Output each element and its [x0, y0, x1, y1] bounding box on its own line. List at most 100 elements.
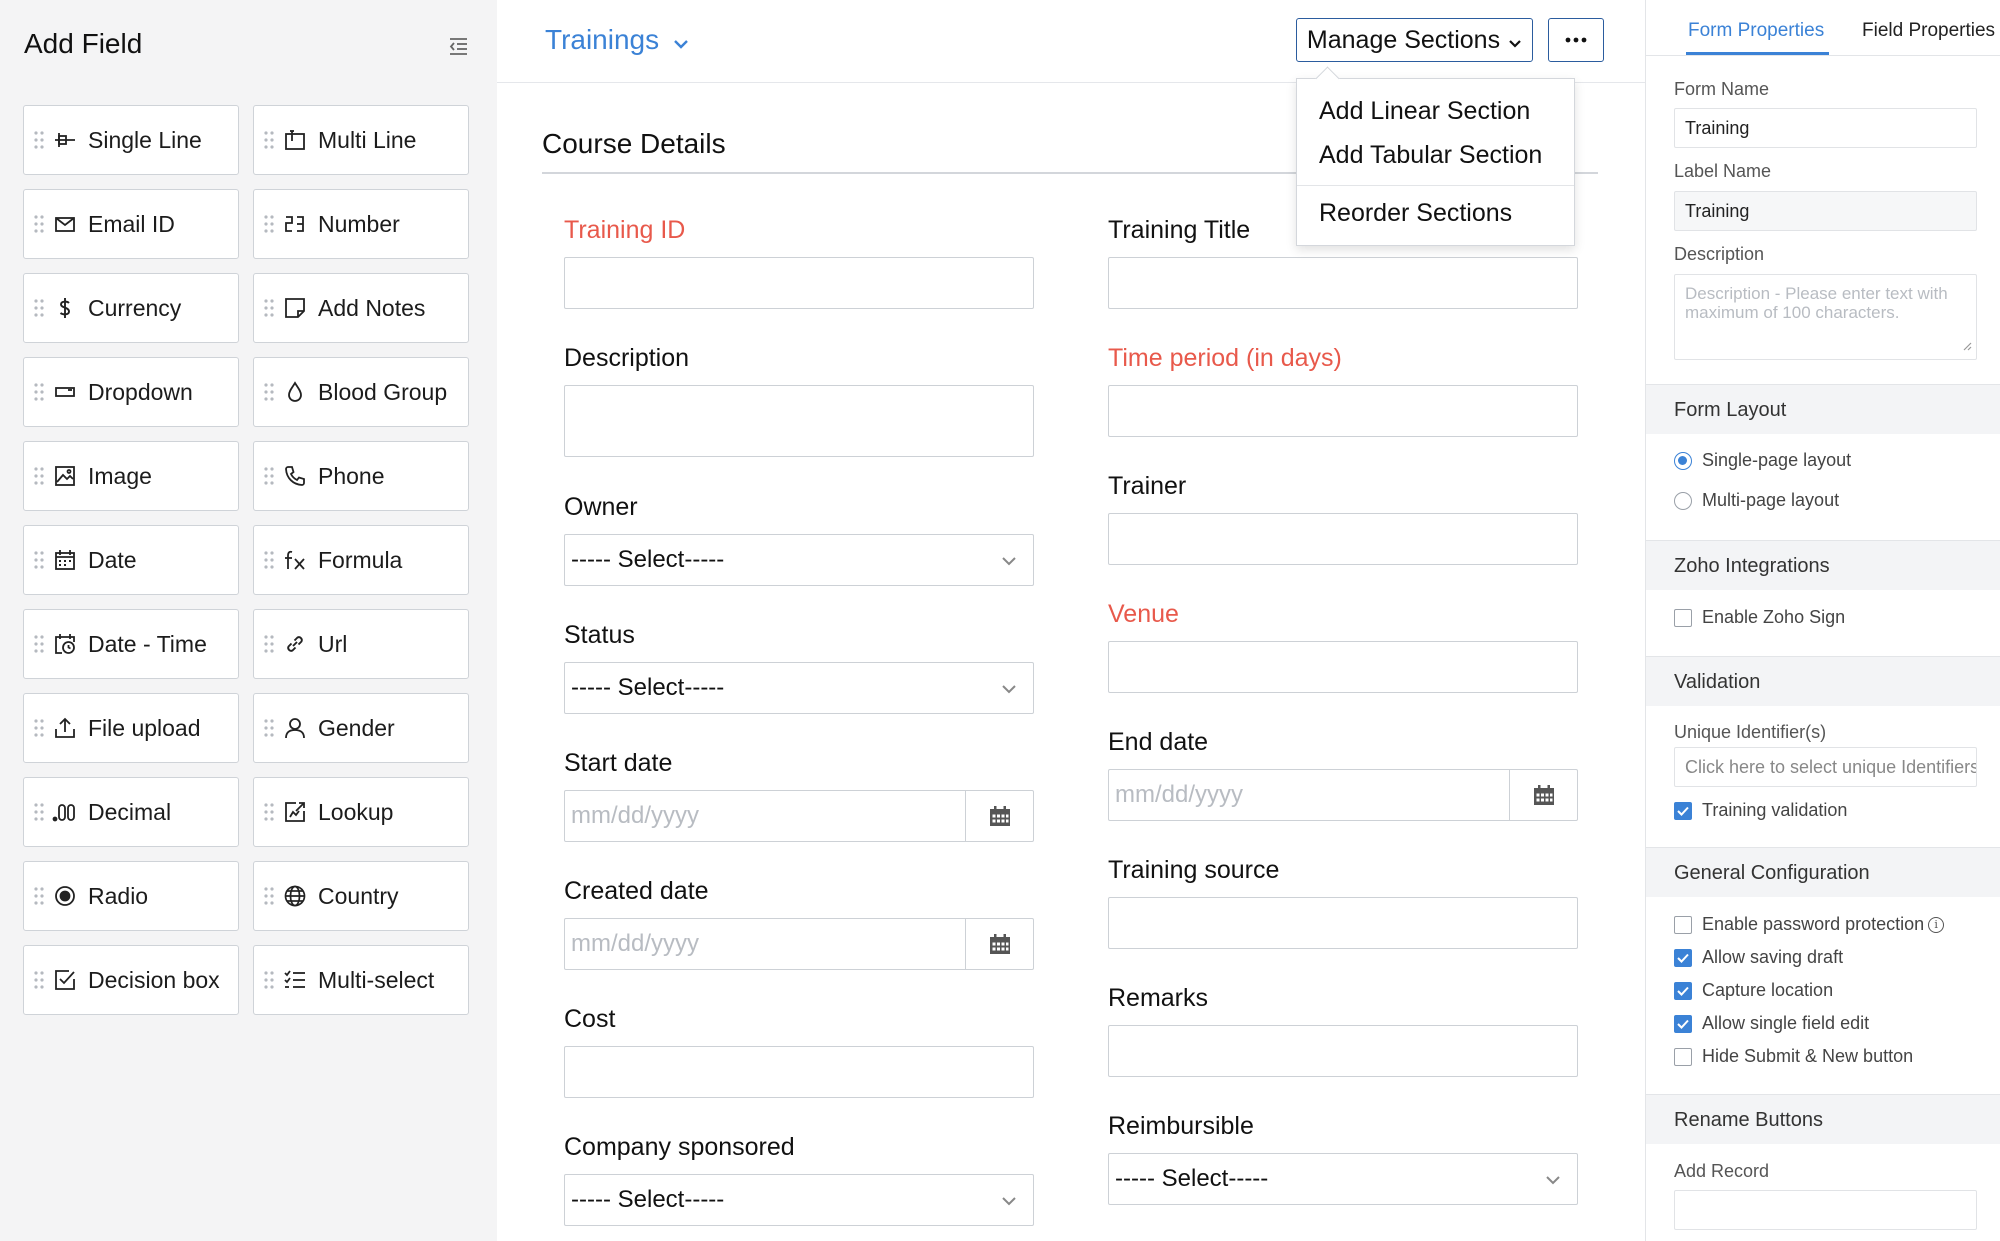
field-phone[interactable]: Phone	[253, 441, 469, 511]
add-record-input[interactable]	[1674, 1190, 1977, 1230]
checkbox-checked[interactable]	[1674, 1014, 1692, 1033]
checkbox-checked[interactable]	[1674, 801, 1692, 820]
drag-handle-icon	[34, 466, 44, 486]
field-multi-line[interactable]: Multi Line	[253, 105, 469, 175]
checkbox-unchecked[interactable]	[1674, 1047, 1692, 1066]
label-venue: Venue	[1108, 600, 1179, 628]
field-add-notes[interactable]: Add Notes	[253, 273, 469, 343]
trainer-input[interactable]	[1108, 513, 1578, 565]
general-configuration-section: General Configuration	[1646, 847, 2000, 897]
venue-input[interactable]	[1108, 641, 1578, 693]
label-name-label: Label Name	[1674, 161, 1772, 181]
checkbox-unchecked[interactable]	[1674, 608, 1692, 627]
enable-password-protection-option[interactable]: Enable password protection i	[1674, 914, 1945, 935]
rename-buttons-section: Rename Buttons	[1646, 1094, 2000, 1144]
calendar-icon[interactable]	[965, 919, 1033, 969]
field-number[interactable]: Number	[253, 189, 469, 259]
training-source-input[interactable]	[1108, 897, 1578, 949]
field-file-upload[interactable]: File upload	[23, 693, 239, 763]
field-decision-box[interactable]: Decision box	[23, 945, 239, 1015]
time-period-input[interactable]	[1108, 385, 1578, 437]
field-date-time[interactable]: Date - Time	[23, 609, 239, 679]
status-select[interactable]: ----- Select-----	[564, 662, 1034, 714]
chevron-down-icon	[1001, 553, 1017, 571]
allow-saving-draft-option[interactable]: Allow saving draft	[1674, 947, 1843, 968]
menu-add-tabular-section[interactable]: Add Tabular Section	[1319, 141, 1542, 170]
drag-handle-icon	[34, 382, 44, 402]
manage-sections-button[interactable]: Manage Sections	[1296, 18, 1533, 62]
label-reimbursible: Reimbursible	[1108, 1112, 1254, 1140]
form-title-switcher[interactable]: Trainings	[545, 24, 689, 56]
resize-handle-icon[interactable]	[1962, 336, 1972, 355]
checkbox-checked[interactable]	[1674, 948, 1692, 967]
tab-field-properties[interactable]: Field Properties	[1862, 20, 1995, 42]
drag-handle-icon	[264, 214, 274, 234]
field-country[interactable]: Country	[253, 861, 469, 931]
calendar-icon[interactable]	[965, 791, 1033, 841]
label-training-title: Training Title	[1108, 216, 1251, 244]
end-date-input[interactable]: mm/dd/yyyy	[1108, 769, 1578, 821]
label-name-input[interactable]: Training	[1674, 191, 1977, 231]
field-radio[interactable]: Radio	[23, 861, 239, 931]
remarks-input[interactable]	[1108, 1025, 1578, 1077]
lookup-icon	[282, 799, 308, 825]
form-name-input[interactable]: Training	[1674, 108, 1977, 148]
field-currency[interactable]: Currency	[23, 273, 239, 343]
form-name-label: Form Name	[1674, 79, 1770, 99]
collapse-panel-icon[interactable]	[446, 34, 470, 58]
field-lookup[interactable]: Lookup	[253, 777, 469, 847]
menu-add-linear-section[interactable]: Add Linear Section	[1319, 97, 1530, 126]
calendar-icon	[52, 547, 78, 573]
field-date[interactable]: Date	[23, 525, 239, 595]
drag-handle-icon	[264, 970, 274, 990]
tab-form-properties[interactable]: Form Properties	[1688, 20, 1824, 42]
cost-input[interactable]	[564, 1046, 1034, 1098]
checkbox-unchecked[interactable]	[1674, 915, 1692, 934]
reimbursible-select[interactable]: ----- Select-----	[1108, 1153, 1578, 1205]
description-input[interactable]	[564, 385, 1034, 457]
checkbox-checked[interactable]	[1674, 981, 1692, 1000]
field-gender[interactable]: Gender	[253, 693, 469, 763]
training-id-input[interactable]	[564, 257, 1034, 309]
radio-unselected[interactable]	[1674, 491, 1692, 510]
add-field-panel: Add Field Single Line Multi Line Email I…	[0, 0, 497, 1241]
calendar-icon[interactable]	[1509, 770, 1577, 820]
company-sponsored-select[interactable]: ----- Select-----	[564, 1174, 1034, 1226]
field-url[interactable]: Url	[253, 609, 469, 679]
field-palette: Single Line Multi Line Email ID Number C…	[23, 105, 469, 1015]
radio-selected[interactable]	[1674, 451, 1692, 470]
enable-zoho-sign-option[interactable]: Enable Zoho Sign	[1674, 607, 1845, 628]
drag-handle-icon	[264, 802, 274, 822]
field-email-id[interactable]: Email ID	[23, 189, 239, 259]
drag-handle-icon	[34, 970, 44, 990]
owner-select[interactable]: ----- Select-----	[564, 534, 1034, 586]
drag-handle-icon	[264, 466, 274, 486]
start-date-input[interactable]: mm/dd/yyyy	[564, 790, 1034, 842]
field-formula[interactable]: Formula	[253, 525, 469, 595]
field-decimal[interactable]: Decimal	[23, 777, 239, 847]
allow-single-field-edit-option[interactable]: Allow single field edit	[1674, 1013, 1869, 1034]
field-single-line[interactable]: Single Line	[23, 105, 239, 175]
info-icon[interactable]: i	[1928, 916, 1945, 933]
created-date-input[interactable]: mm/dd/yyyy	[564, 918, 1034, 970]
field-blood-group[interactable]: Blood Group	[253, 357, 469, 427]
label-end-date: End date	[1108, 728, 1209, 756]
training-validation-option[interactable]: Training validation	[1674, 800, 1847, 821]
checkbox-icon	[52, 967, 78, 993]
description-label: Description	[1674, 244, 1765, 264]
drag-handle-icon	[34, 802, 44, 822]
description-textarea[interactable]: Description - Please enter text with max…	[1674, 274, 1977, 360]
menu-divider	[1297, 185, 1574, 186]
training-title-input[interactable]	[1108, 257, 1578, 309]
hide-submit-new-option[interactable]: Hide Submit & New button	[1674, 1046, 1913, 1067]
unique-identifiers-input[interactable]: Click here to select unique Identifiers	[1674, 747, 1977, 787]
field-dropdown[interactable]: Dropdown	[23, 357, 239, 427]
menu-reorder-sections[interactable]: Reorder Sections	[1319, 199, 1512, 228]
single-page-layout-option[interactable]: Single-page layout	[1674, 450, 1851, 471]
capture-location-option[interactable]: Capture location	[1674, 980, 1833, 1001]
field-multi-select[interactable]: Multi-select	[253, 945, 469, 1015]
add-record-label: Add Record	[1674, 1161, 1770, 1181]
field-image[interactable]: Image	[23, 441, 239, 511]
more-options-button[interactable]	[1548, 18, 1604, 62]
multi-page-layout-option[interactable]: Multi-page layout	[1674, 490, 1839, 511]
